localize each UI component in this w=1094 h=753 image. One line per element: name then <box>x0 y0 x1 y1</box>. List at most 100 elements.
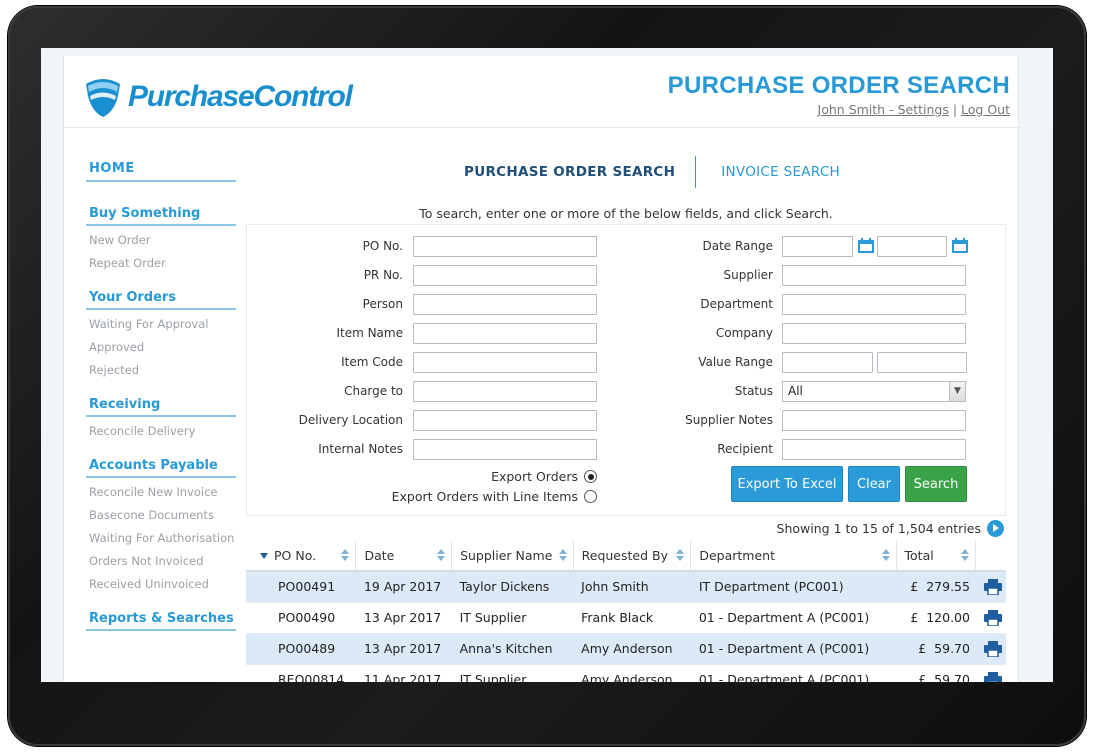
item-name-input[interactable] <box>413 322 597 344</box>
chevron-down-icon[interactable]: ▼ <box>949 381 965 401</box>
sidebar-item-new-order[interactable]: New Order <box>86 228 236 251</box>
supplier-notes-input[interactable] <box>782 409 966 431</box>
sidebar-item-repeat-order[interactable]: Repeat Order <box>86 251 236 274</box>
brand-logo[interactable]: PurchaseControl <box>84 76 353 118</box>
label-company: Company <box>715 326 773 340</box>
print-icon[interactable] <box>983 578 1002 595</box>
sidebar-item-reconcile-delivery[interactable]: Reconcile Delivery <box>86 419 236 442</box>
supplier-input[interactable] <box>782 264 966 286</box>
delivery-location-input[interactable] <box>413 409 597 431</box>
cell-requested-by: Amy Anderson <box>573 633 691 665</box>
sidebar-item-orders-not-invoiced[interactable]: Orders Not Invoiced <box>86 549 236 572</box>
column-header-date[interactable]: Date <box>355 540 453 572</box>
charge-to-input[interactable] <box>413 380 597 402</box>
form-row-charge-to: Charge to <box>247 380 597 402</box>
column-header-supplier-name[interactable]: Supplier Name <box>451 540 574 572</box>
cell-po-no[interactable]: REQ00814 <box>246 664 356 682</box>
user-settings-link[interactable]: John Smith - Settings <box>818 102 949 117</box>
calendar-icon[interactable] <box>857 237 875 255</box>
pr-no-input[interactable] <box>413 264 597 286</box>
date-to-input[interactable] <box>877 235 947 257</box>
cell-total: £ 59.70 <box>896 633 976 665</box>
export-line-items-option[interactable]: Export Orders with Line Items <box>392 489 597 504</box>
export-line-items-radio[interactable] <box>584 490 597 503</box>
export-orders-option[interactable]: Export Orders <box>491 469 597 484</box>
recipient-input[interactable] <box>782 438 966 460</box>
cell-requested-by: John Smith <box>573 571 691 603</box>
column-header-requested-by[interactable]: Requested By <box>573 540 692 572</box>
nav-section-buy: Buy Something New Order Repeat Order <box>86 206 236 274</box>
person-input[interactable] <box>413 293 597 315</box>
next-page-icon[interactable] <box>987 520 1004 537</box>
internal-notes-input[interactable] <box>413 438 597 460</box>
sidebar-item-basecone-documents[interactable]: Basecone Documents <box>86 503 236 526</box>
export-orders-radio[interactable] <box>584 470 597 483</box>
sort-icon[interactable] <box>881 549 890 561</box>
nav-heading-reports-searches[interactable]: Reports & Searches <box>86 611 236 631</box>
print-icon[interactable] <box>983 640 1002 657</box>
item-code-input[interactable] <box>413 351 597 373</box>
value-max-input[interactable] <box>877 351 967 373</box>
cell-date: 13 Apr 2017 <box>355 633 452 665</box>
sidebar-item-received-uninvoiced[interactable]: Received Uninvoiced <box>86 572 236 595</box>
table-row[interactable]: PO00491 19 Apr 2017 Taylor Dickens John … <box>246 571 1006 603</box>
sort-icon[interactable] <box>437 549 446 561</box>
po-no-input[interactable] <box>413 235 597 257</box>
search-button[interactable]: Search <box>905 466 967 502</box>
form-row-person: Person <box>247 293 597 315</box>
value-min-input[interactable] <box>782 351 873 373</box>
cell-actions <box>975 571 1006 603</box>
form-row-date-range: Date Range <box>627 235 969 257</box>
sidebar-item-approved[interactable]: Approved <box>86 335 236 358</box>
cell-date: 11 Apr 2017 <box>355 664 452 682</box>
logout-link[interactable]: Log Out <box>961 102 1010 117</box>
form-row-company: Company <box>627 322 966 344</box>
sidebar-item-waiting-approval[interactable]: Waiting For Approval <box>86 312 236 335</box>
print-icon[interactable] <box>983 609 1002 626</box>
cell-actions <box>975 664 1006 683</box>
results-count-text: Showing 1 to 15 of 1,504 entries <box>776 521 981 536</box>
department-input[interactable] <box>782 293 966 315</box>
status-select[interactable]: All ▼ <box>782 380 966 402</box>
search-tabs: PURCHASE ORDER SEARCH INVOICE SEARCH <box>444 156 860 188</box>
sidebar-item-home[interactable]: HOME <box>86 146 236 182</box>
cell-po-no[interactable]: PO00491 <box>246 571 356 603</box>
label-item-code: Item Code <box>341 355 403 369</box>
sort-icon[interactable] <box>558 549 567 561</box>
table-row[interactable]: PO00489 13 Apr 2017 Anna's Kitchen Amy A… <box>246 633 1006 665</box>
table-row[interactable]: PO00490 13 Apr 2017 IT Supplier Frank Bl… <box>246 602 1006 634</box>
cell-po-no[interactable]: PO00489 <box>246 633 356 665</box>
tab-invoice-search[interactable]: INVOICE SEARCH <box>696 156 860 188</box>
table-header-row: PO No. Date Supplier Name Requested By D… <box>246 540 1006 572</box>
column-header-po-no[interactable]: PO No. <box>246 540 357 572</box>
cell-actions <box>975 602 1006 634</box>
form-row-department: Department <box>627 293 966 315</box>
sidebar-item-reconcile-new-invoice[interactable]: Reconcile New Invoice <box>86 480 236 503</box>
date-from-input[interactable] <box>782 235 853 257</box>
calendar-icon[interactable] <box>951 237 969 255</box>
form-row-pr-no: PR No. <box>247 264 597 286</box>
app-screen: PurchaseControl PURCHASE ORDER SEARCH Jo… <box>41 48 1053 682</box>
sort-icon[interactable] <box>676 549 685 561</box>
export-to-excel-button[interactable]: Export To Excel <box>731 466 843 502</box>
sort-icon[interactable] <box>341 549 350 561</box>
company-input[interactable] <box>782 322 966 344</box>
table-row[interactable]: REQ00814 11 Apr 2017 IT Supplier Amy And… <box>246 664 1006 682</box>
sort-icon[interactable] <box>961 549 970 561</box>
form-row-delivery-location: Delivery Location <box>247 409 597 431</box>
tab-purchase-order-search[interactable]: PURCHASE ORDER SEARCH <box>444 156 697 188</box>
print-icon[interactable] <box>983 671 1002 683</box>
nav-heading-accounts-payable[interactable]: Accounts Payable <box>86 458 236 478</box>
sort-desc-icon[interactable] <box>260 553 268 559</box>
column-header-department[interactable]: Department <box>690 540 897 572</box>
cell-requested-by: Amy Anderson <box>573 664 691 682</box>
nav-heading-your-orders[interactable]: Your Orders <box>86 290 236 310</box>
nav-heading-buy-something[interactable]: Buy Something <box>86 206 236 226</box>
sidebar-item-waiting-authorisation[interactable]: Waiting For Authorisation <box>86 526 236 549</box>
label-recipient: Recipient <box>717 442 773 456</box>
cell-po-no[interactable]: PO00490 <box>246 602 356 634</box>
nav-heading-receiving[interactable]: Receiving <box>86 397 236 417</box>
column-header-total[interactable]: Total <box>896 540 977 572</box>
sidebar-item-rejected[interactable]: Rejected <box>86 358 236 381</box>
clear-button[interactable]: Clear <box>848 466 900 502</box>
